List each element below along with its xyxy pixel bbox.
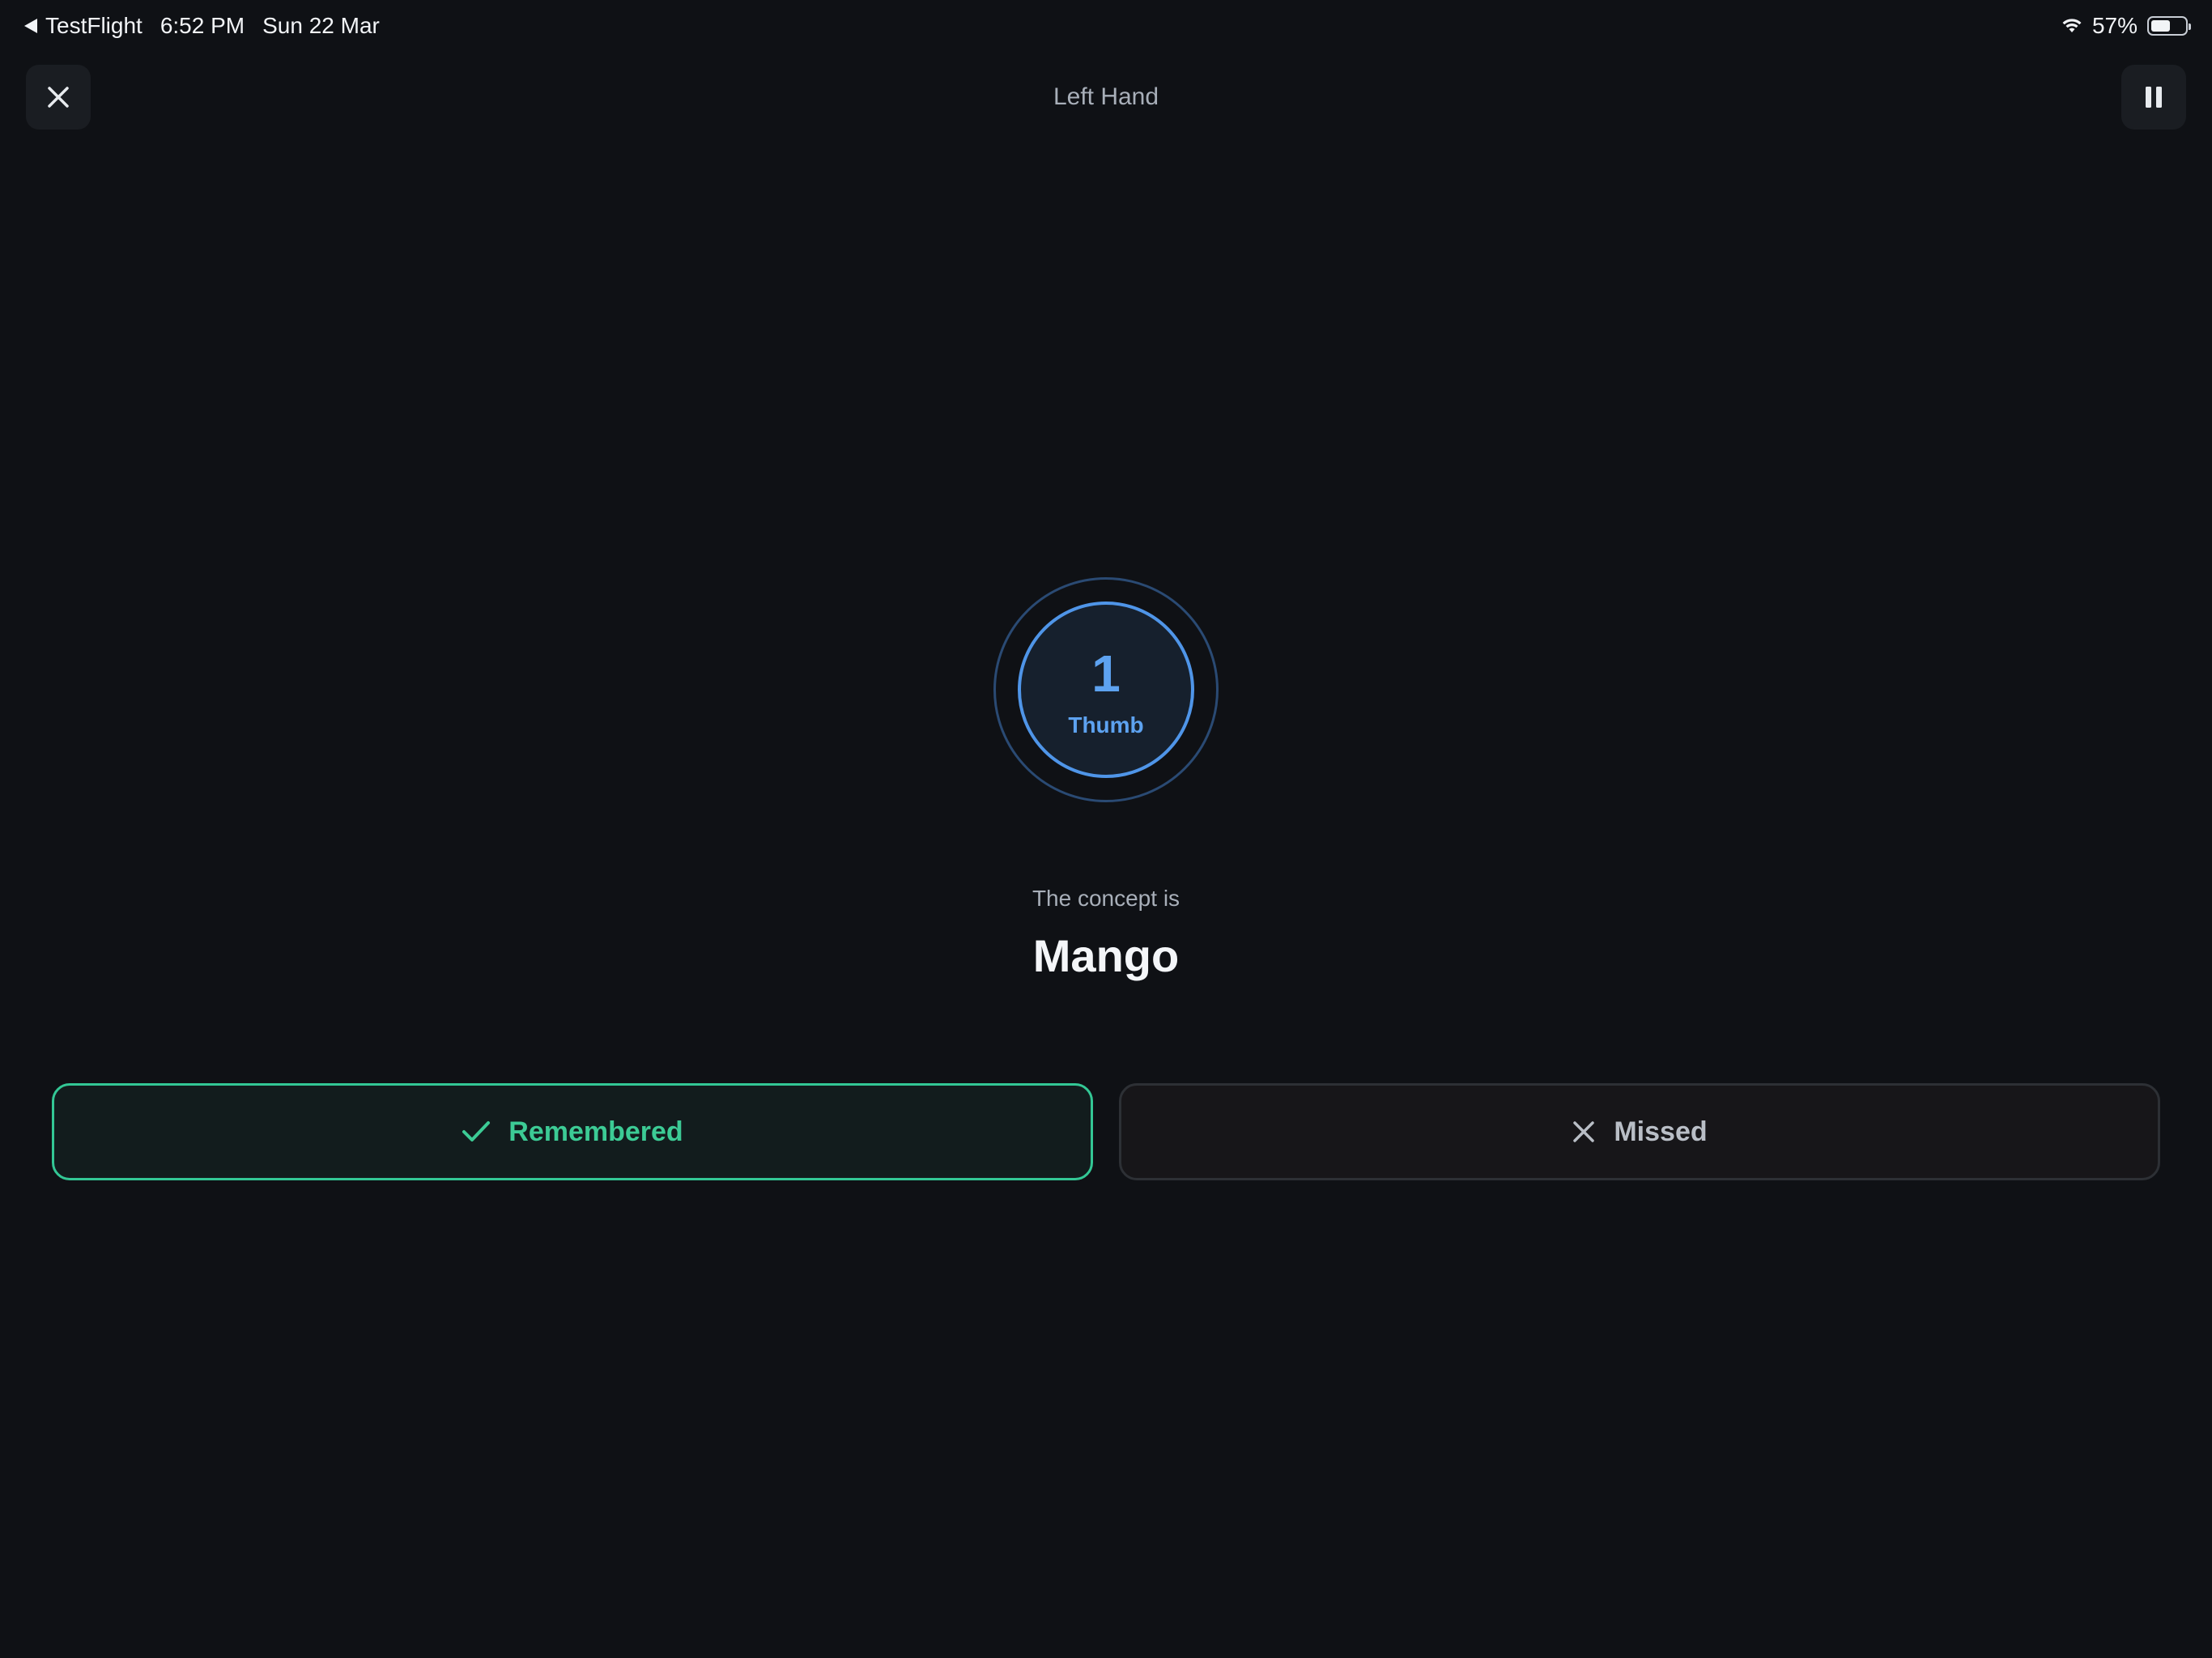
finger-indicator-ring: 1 Thumb xyxy=(993,577,1219,802)
close-button[interactable] xyxy=(26,65,91,130)
finger-name: Thumb xyxy=(1068,712,1144,738)
battery-level xyxy=(2151,20,2170,32)
x-icon xyxy=(1573,1121,1595,1142)
concept-label: The concept is xyxy=(1032,886,1180,911)
status-right: 57% xyxy=(2061,13,2191,39)
wifi-icon xyxy=(2061,13,2082,39)
pause-button[interactable] xyxy=(2121,65,2186,130)
status-bar: TestFlight 6:52 PM Sun 22 Mar 57% xyxy=(0,0,2212,52)
finger-number: 1 xyxy=(1091,644,1121,703)
check-icon xyxy=(462,1121,491,1141)
status-date: Sun 22 Mar xyxy=(262,13,380,38)
pause-icon xyxy=(2146,87,2162,108)
status-time: 6:52 PM xyxy=(160,13,245,38)
back-app-label: TestFlight xyxy=(45,13,143,38)
concept-word: Mango xyxy=(1032,930,1180,981)
missed-button[interactable]: Missed xyxy=(1119,1083,2160,1180)
back-arrow-icon xyxy=(24,19,37,33)
finger-indicator: 1 Thumb xyxy=(1018,602,1194,778)
remembered-button[interactable]: Remembered xyxy=(52,1083,1093,1180)
page-title: Left Hand xyxy=(1053,83,1159,110)
battery-percent: 57% xyxy=(2091,13,2138,38)
battery-icon xyxy=(2147,16,2191,36)
back-to-app-link[interactable]: TestFlight xyxy=(24,13,143,39)
close-icon xyxy=(48,87,69,108)
practice-screen: TestFlight 6:52 PM Sun 22 Mar 57% Left H… xyxy=(0,0,2212,1658)
remembered-label: Remembered xyxy=(508,1116,683,1147)
missed-label: Missed xyxy=(1614,1116,1708,1147)
status-left: TestFlight 6:52 PM Sun 22 Mar xyxy=(24,13,380,39)
